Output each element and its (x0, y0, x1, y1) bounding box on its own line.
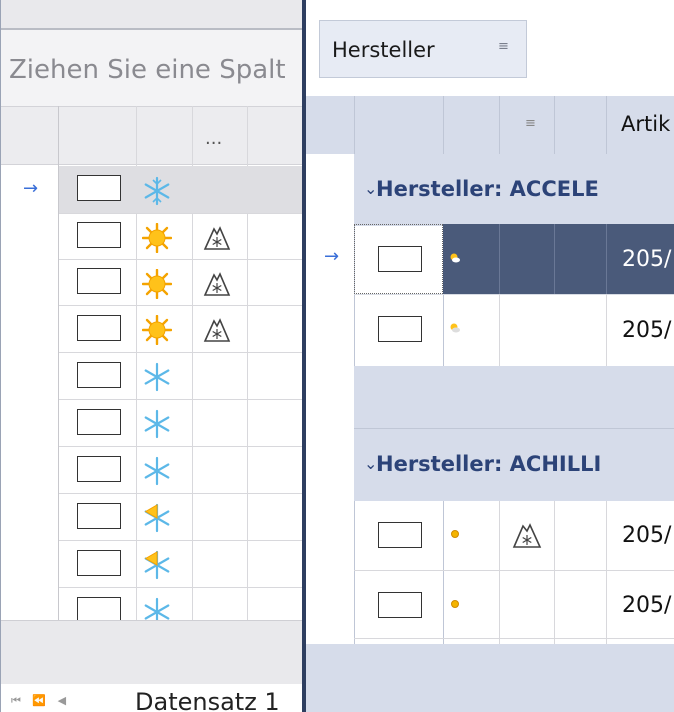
grid-line (606, 501, 607, 644)
column-header-artikel[interactable]: Artik (621, 112, 670, 136)
group-panel-hint: Ziehen Sie eine Spalt (9, 55, 286, 85)
row-line (354, 294, 674, 295)
sun-cloud-icon (450, 323, 460, 333)
group-label: Hersteller: ACCELE (376, 177, 599, 201)
group-label: Hersteller: ACHILLI (376, 452, 602, 476)
row-line (354, 570, 674, 571)
cell-artikel[interactable]: 205/ (622, 523, 671, 548)
grid-line (554, 96, 555, 154)
sun-cloud-icon (450, 253, 460, 263)
grid-line (606, 224, 607, 294)
row-checkbox[interactable] (378, 246, 422, 272)
row-line (59, 399, 302, 400)
row-line (59, 213, 302, 214)
row-checkbox[interactable] (77, 268, 121, 294)
row-line (354, 638, 674, 639)
row-line (59, 493, 302, 494)
right-grid-footer (306, 644, 674, 712)
row-line (59, 305, 302, 306)
sort-ascending-icon[interactable]: ≡ (498, 39, 509, 54)
sun-dot-icon (451, 600, 459, 608)
navigator-record-text: Datensatz 1 (135, 688, 280, 712)
current-row-indicator: → (324, 246, 340, 267)
row-checkbox[interactable] (378, 522, 422, 548)
cell-artikel[interactable]: 205/ (622, 318, 671, 343)
data-navigator: ⏮ ⏪ ◀ Datensatz 1 (1, 684, 302, 712)
mountain-snowflake-icon (512, 523, 542, 548)
left-grid-header (1, 106, 302, 165)
snowflake-icon (144, 597, 170, 621)
grid-line (554, 501, 555, 644)
current-row-indicator: → (23, 178, 39, 199)
snowflake-icon (144, 362, 170, 392)
row-line (59, 352, 302, 353)
cell-artikel[interactable]: 205/ (622, 247, 671, 272)
row-checkbox[interactable] (77, 175, 121, 201)
row-checkbox[interactable] (77, 503, 121, 529)
mountain-snowflake-icon (203, 272, 231, 296)
group-column-chip-hersteller[interactable]: Hersteller ≡ (319, 20, 527, 78)
grid-line (499, 294, 500, 366)
navigator-buttons[interactable]: ⏮ ⏪ ◀ (11, 694, 70, 708)
sun-icon (142, 269, 172, 299)
mountain-snowflake-icon (203, 318, 231, 342)
sun-snowflake-icon (144, 550, 170, 580)
row-checkbox[interactable] (77, 315, 121, 341)
grid-line (606, 294, 607, 366)
row-checkbox[interactable] (77, 222, 121, 248)
row-line (59, 259, 302, 260)
row-line (59, 540, 302, 541)
left-grid-topbar (1, 0, 302, 30)
snowflake-icon (144, 409, 170, 439)
grid-line (499, 501, 500, 644)
row-indicator-column (306, 154, 354, 644)
grid-line (499, 224, 500, 294)
row-checkbox[interactable] (378, 316, 422, 342)
group-chip-label: Hersteller (332, 38, 435, 62)
sun-icon (142, 223, 172, 253)
left-grid-footer (1, 620, 302, 684)
right-grid-header: Artik (306, 96, 674, 154)
row-checkbox[interactable] (77, 456, 121, 482)
group-footer (354, 366, 674, 428)
sun-dot-icon (451, 530, 459, 538)
row-line (59, 446, 302, 447)
snowflake-icon (144, 176, 170, 206)
grid-line (499, 96, 500, 154)
app-window: Ziehen Sie eine Spalt ... → ⏮ ⏪ ◀ Datens… (0, 0, 674, 712)
row-checkbox[interactable] (378, 592, 422, 618)
sun-icon (142, 315, 172, 345)
row-line (59, 587, 302, 588)
row-checkbox[interactable] (77, 550, 121, 576)
sort-icon[interactable]: ≡ (525, 116, 536, 131)
sun-snowflake-icon (144, 503, 170, 533)
group-panel[interactable]: Ziehen Sie eine Spalt (1, 30, 302, 106)
row-checkbox[interactable] (77, 409, 121, 435)
right-grid: Hersteller ≡ Artik ≡ ⌄ Hersteller: ACCEL… (306, 0, 674, 712)
mountain-snowflake-icon (203, 226, 231, 250)
snowflake-icon (144, 456, 170, 486)
left-grid: Ziehen Sie eine Spalt ... → ⏮ ⏪ ◀ Datens… (0, 0, 302, 712)
row-checkbox[interactable] (77, 362, 121, 388)
grid-line (606, 96, 607, 154)
column-chooser-button[interactable]: ... (205, 128, 222, 149)
grid-line (554, 224, 555, 294)
cell-artikel[interactable]: 205/ (622, 593, 671, 618)
